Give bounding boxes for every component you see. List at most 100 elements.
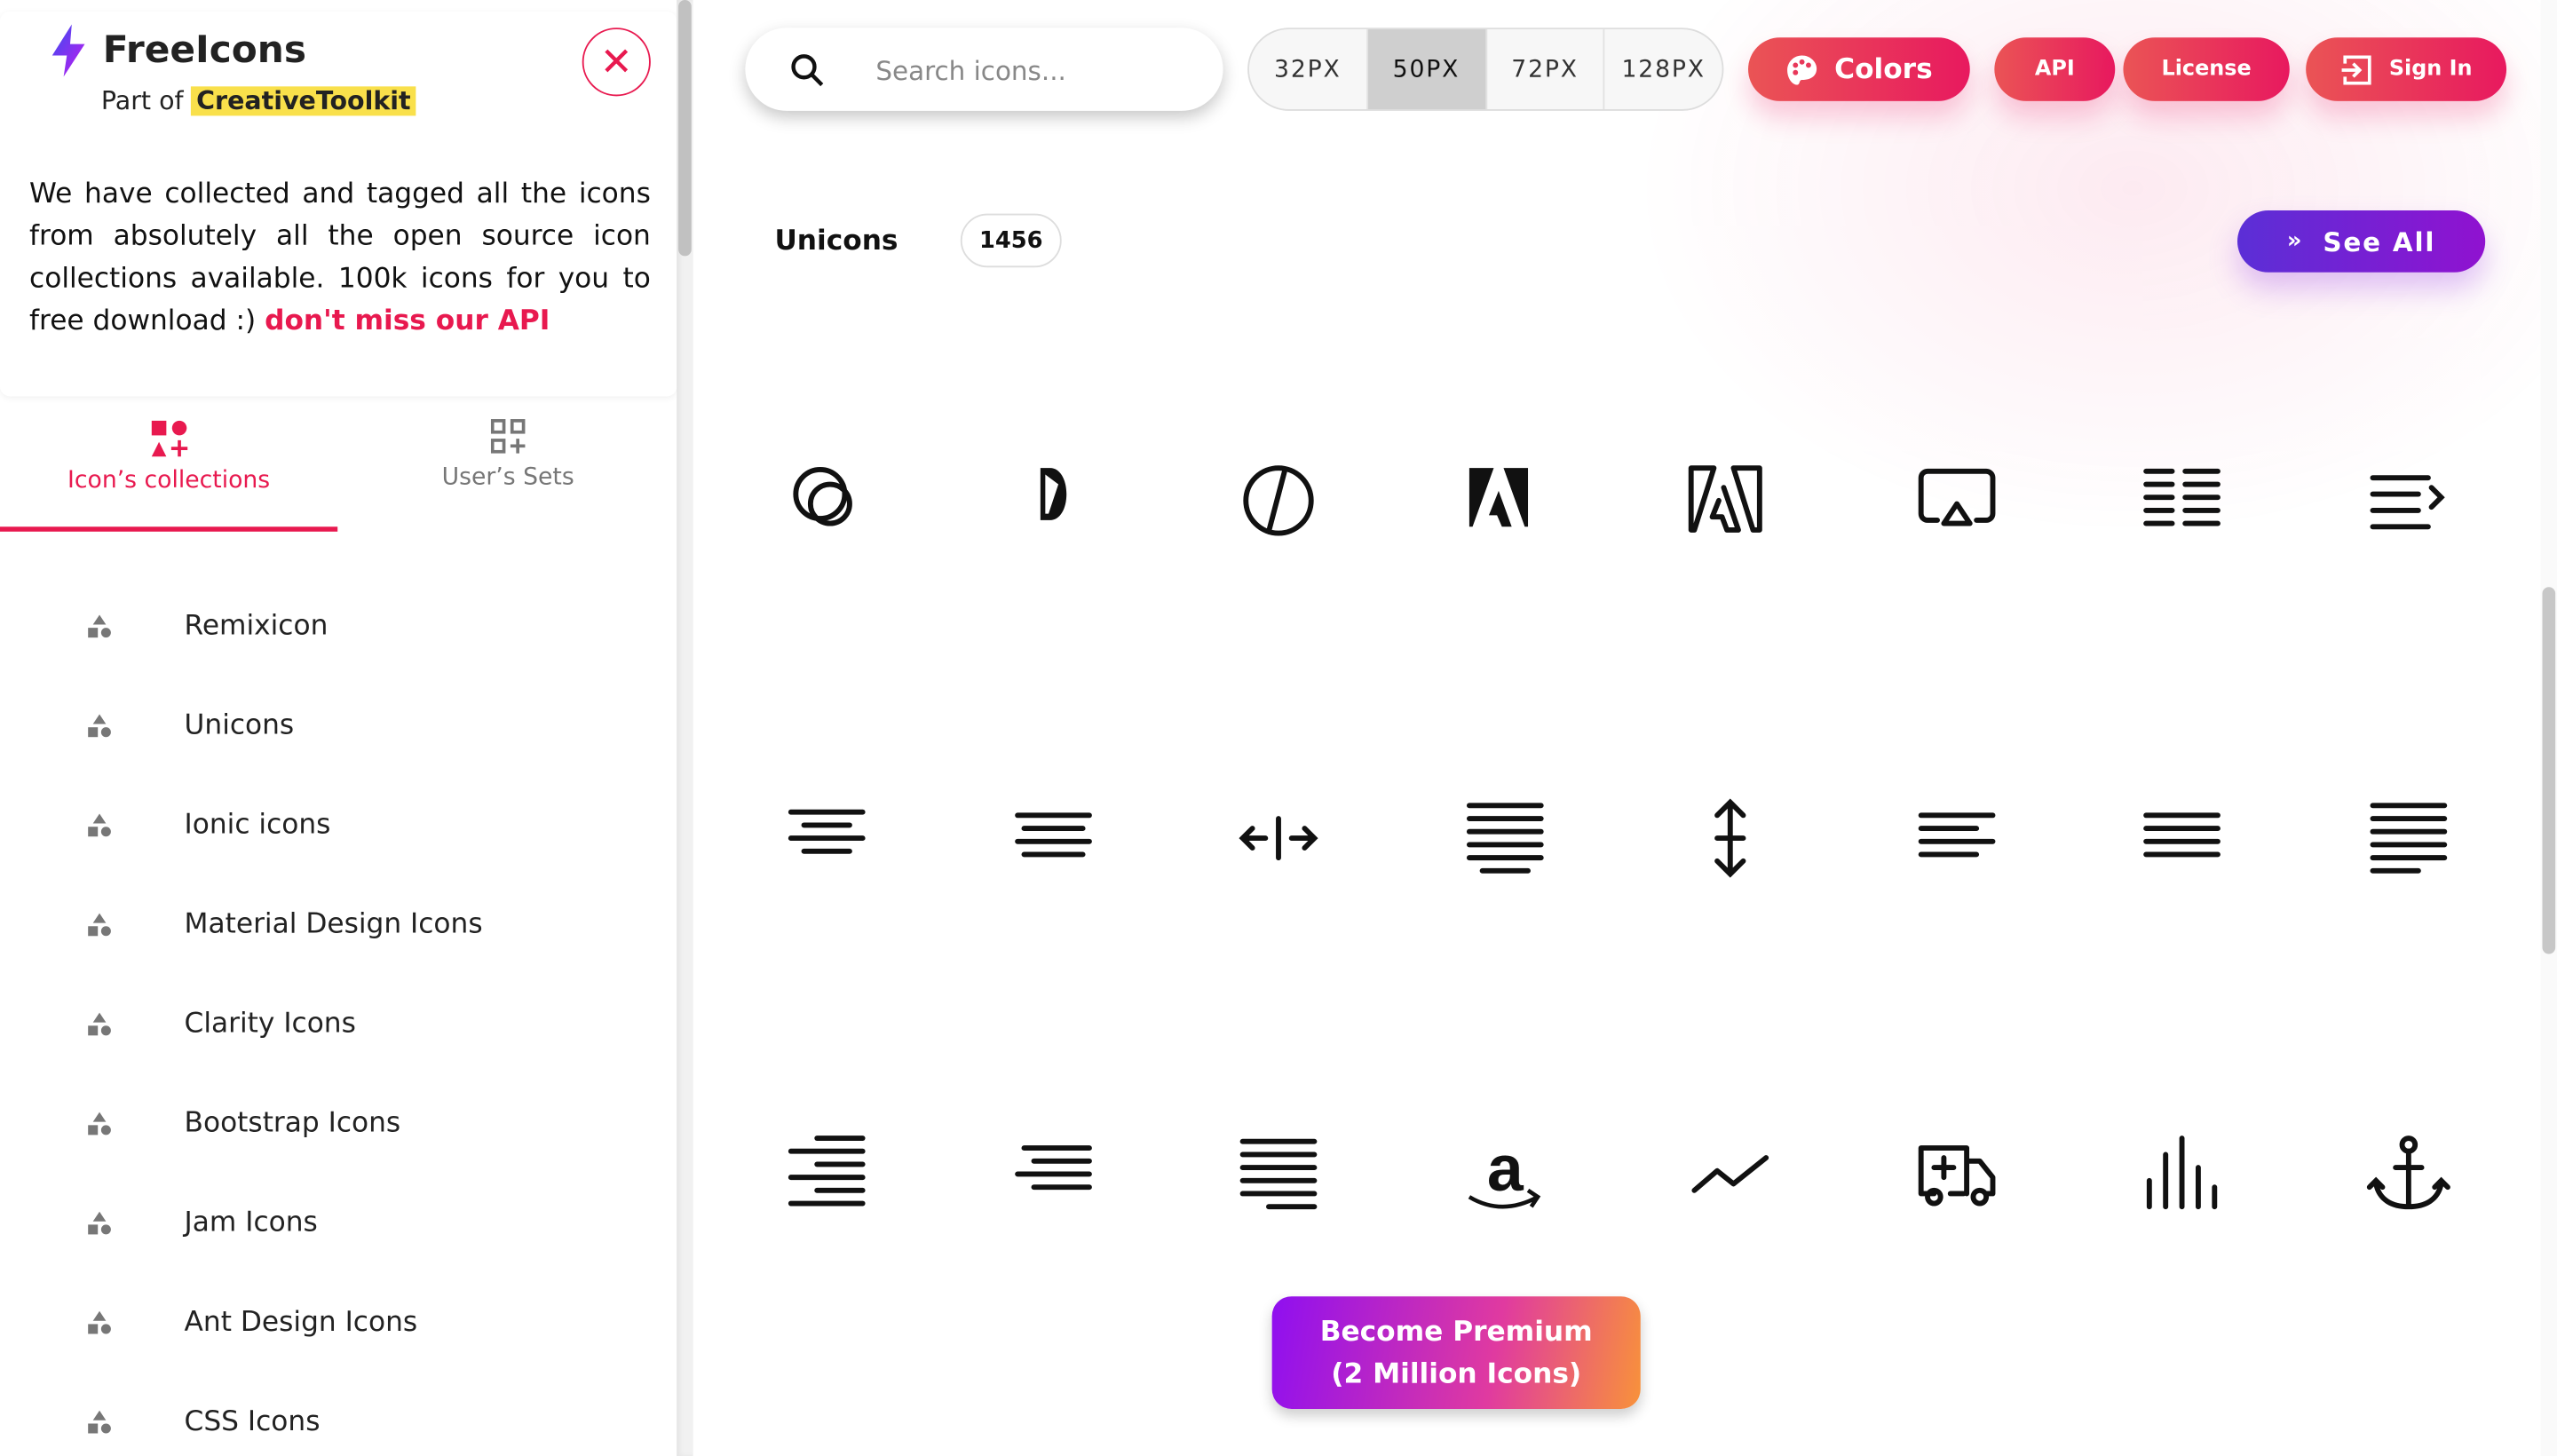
icon-tile[interactable] (781, 455, 873, 546)
icon-tile[interactable] (2363, 793, 2454, 884)
shapes-icon (88, 1410, 111, 1434)
align-right-justify-icon (1239, 1138, 1318, 1210)
collection-item[interactable]: Material Design Icons (0, 892, 677, 957)
shapes-icon (150, 420, 187, 457)
icon-tile[interactable] (1684, 793, 1776, 884)
collection-label: Clarity Icons (184, 1008, 356, 1041)
icon-tile[interactable] (1233, 1128, 1325, 1220)
adobe-outline-icon (1688, 465, 1762, 533)
airplay-icon (1918, 468, 1996, 526)
close-icon: ✕ (599, 39, 633, 85)
see-all-button[interactable]: » See All (2237, 210, 2486, 273)
icon-tile[interactable] (1460, 455, 1551, 546)
part-of: Part of CreativeToolkit (101, 86, 416, 116)
align-center-justify-icon (2370, 475, 2445, 530)
shapes-icon (88, 1112, 111, 1136)
collection-label: Material Design Icons (184, 908, 483, 941)
icon-tile[interactable] (1684, 455, 1776, 546)
collection-item[interactable]: Bootstrap Icons (0, 1091, 677, 1156)
icon-tile[interactable] (1008, 793, 1099, 884)
shapes-icon (88, 1211, 111, 1235)
close-button[interactable]: ✕ (582, 28, 651, 97)
sign-in-label: Sign In (2388, 57, 2473, 82)
collection-item[interactable]: Clarity Icons (0, 992, 677, 1056)
align-center-icon (788, 809, 866, 854)
icon-tile[interactable] (1233, 793, 1325, 884)
icon-tile[interactable] (2136, 793, 2228, 884)
size-selector: 32PX 50PX 72PX 128PX (1247, 28, 1724, 111)
grid-add-icon (489, 419, 525, 454)
tab-label: User’s Sets (441, 464, 574, 491)
icon-tile[interactable] (2363, 1128, 2454, 1220)
collection-item[interactable]: Remixicon (0, 594, 677, 659)
align-right-alt-icon (1015, 1145, 1092, 1191)
become-premium-button[interactable]: Become Premium (2 Million Icons) (1271, 1296, 1641, 1409)
section-title: Unicons (774, 225, 899, 258)
ambulance-icon (1918, 1145, 1996, 1207)
align-justify-icon (1466, 803, 1544, 874)
icon-tile[interactable] (1912, 455, 2003, 546)
shapes-icon (88, 813, 111, 837)
collection-label: Remixicon (184, 609, 329, 643)
premium-line-2: (2 Million Icons) (1331, 1357, 1582, 1390)
icon-tile[interactable] (2136, 1128, 2228, 1220)
analysis-icon (1691, 1155, 1769, 1193)
colors-button[interactable]: Colors (1747, 37, 1970, 101)
icon-tile[interactable] (781, 793, 873, 884)
collection-label: Ant Design Icons (184, 1306, 418, 1339)
palette-icon (1786, 54, 1817, 84)
main-scrollbar-thumb[interactable] (2542, 587, 2556, 954)
search-icon (791, 54, 824, 87)
size-72px[interactable]: 72PX (1486, 29, 1605, 110)
search-input[interactable] (872, 47, 1206, 93)
amazon-icon: a (1468, 1131, 1541, 1209)
see-all-label: See All (2323, 226, 2436, 257)
icon-tile[interactable] (781, 1128, 873, 1220)
icon-tile[interactable] (1233, 455, 1325, 546)
align-left-icon (1918, 812, 1996, 858)
adobe-icon (1468, 468, 1529, 527)
sign-in-button[interactable]: Sign In (2306, 37, 2507, 101)
tab-users-sets[interactable]: User’s Sets (339, 415, 677, 526)
collection-label: Ionic icons (184, 809, 331, 842)
shapes-icon (88, 1310, 111, 1334)
align-alt-icon (2143, 468, 2221, 526)
anchor-icon (2366, 1136, 2450, 1210)
collection-item[interactable]: Unicons (0, 693, 677, 758)
license-button[interactable]: License (2123, 37, 2290, 101)
align-center-alt-icon (1015, 812, 1092, 858)
svg-text:a: a (1487, 1131, 1524, 1205)
icon-tile[interactable] (1684, 1128, 1776, 1220)
icon-tile[interactable] (1008, 1128, 1099, 1220)
analytics-icon (2146, 1136, 2218, 1210)
api-button[interactable]: API (1994, 37, 2116, 101)
size-32px[interactable]: 32PX (1249, 29, 1368, 110)
icon-tile[interactable] (1912, 1128, 2003, 1220)
collection-item[interactable]: CSS Icons (0, 1389, 677, 1454)
arrows-v-alt-icon (1714, 798, 1746, 878)
collection-label: Jam Icons (184, 1207, 318, 1239)
collection-item[interactable]: Ant Design Icons (0, 1290, 677, 1355)
creativetoolkit-link[interactable]: CreativeToolkit (191, 86, 416, 116)
adobe-circle-icon (1243, 465, 1314, 536)
arrows-h-alt-icon (1239, 816, 1318, 861)
collection-item[interactable]: Ionic icons (0, 793, 677, 858)
search-box[interactable] (745, 28, 1223, 111)
size-128px[interactable]: 128PX (1605, 29, 1722, 109)
icon-tile[interactable]: a (1460, 1128, 1551, 1220)
colors-label: Colors (1834, 52, 1933, 86)
sidebar-scrollbar-thumb[interactable] (678, 0, 692, 257)
icon-tile[interactable] (1008, 455, 1099, 546)
collection-label: Unicons (184, 708, 295, 742)
api-link[interactable]: don't miss our API (265, 305, 550, 337)
tab-icon-collections[interactable]: Icon’s collections (0, 415, 338, 532)
icon-tile[interactable] (1912, 793, 2003, 884)
icon-tile[interactable] (1460, 793, 1551, 884)
icon-tile[interactable] (2363, 455, 2454, 546)
icon-tile[interactable] (2136, 455, 2228, 546)
align-left-justify-icon (2143, 812, 2221, 858)
size-50px[interactable]: 50PX (1367, 29, 1487, 110)
chevrons-right-icon: » (2286, 228, 2304, 255)
collection-item[interactable]: Jam Icons (0, 1191, 677, 1255)
collection-label: CSS Icons (184, 1405, 321, 1439)
